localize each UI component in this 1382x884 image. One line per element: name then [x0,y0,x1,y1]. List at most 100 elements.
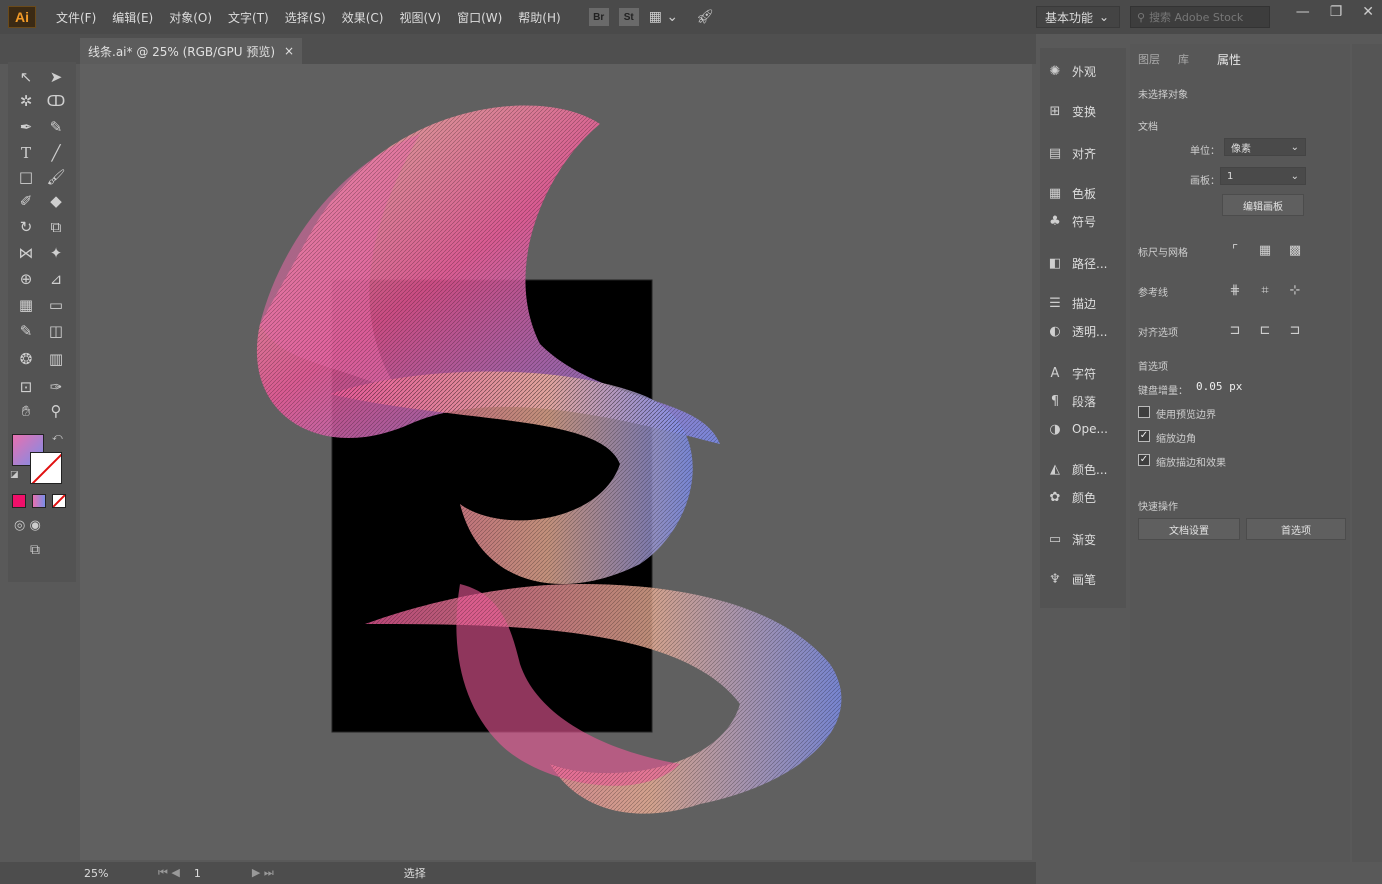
artboard-tool-icon[interactable]: ⊡ [14,376,38,398]
width-tool-icon[interactable]: ⋈ [14,242,38,264]
column-graph-tool-icon[interactable]: ▥ [44,348,68,370]
dock-transparency[interactable]: ◐ 透明... [1046,320,1124,342]
paintbrush-tool-icon[interactable]: 🖌︎ [44,166,68,188]
close-tab-icon[interactable]: × [284,44,294,58]
arrange-documents-icon[interactable]: ▦ ⌄ [649,9,678,25]
menu-view[interactable]: 视图(V) [391,9,449,26]
edit-artboards-button[interactable]: 编辑画板 [1222,194,1304,216]
menu-window[interactable]: 窗口(W) [449,9,510,26]
artboard-number-input[interactable]: 1 [194,867,240,880]
direct-selection-tool-icon[interactable]: ➤ [44,66,68,88]
zoom-dropdown[interactable]: 25% [84,867,146,880]
dock-stroke[interactable]: ☰ 描边 [1046,292,1124,314]
slice-tool-icon[interactable]: ✑ [44,376,68,398]
zoom-tool-icon[interactable]: ⚲ [44,400,68,422]
dock-paragraph[interactable]: ¶ 段落 [1046,390,1124,412]
document-tab[interactable]: 线条.ai* @ 25% (RGB/GPU 预览) × [80,38,302,64]
artboard-nav-next-icon[interactable]: ▶ ⏭ [252,866,274,880]
tab-libraries[interactable]: 库 [1178,51,1189,67]
ribbon-artwork[interactable] [80,64,1032,860]
snap-to-glyph-icon[interactable]: ⊐ [1284,320,1306,340]
none-mode-swatch[interactable] [52,494,66,508]
line-tool-icon[interactable]: ╱ [44,142,68,164]
scale-strokes-checkbox[interactable]: ✓ [1138,454,1150,466]
menu-file[interactable]: 文件(F) [48,9,104,26]
perspective-grid-tool-icon[interactable]: ⊿ [44,268,68,290]
dock-pathfinder[interactable]: ◧ 路径... [1046,252,1124,274]
document-setup-button[interactable]: 文档设置 [1138,518,1240,540]
dock-color-guide[interactable]: ◭ 颜色... [1046,458,1124,480]
blend-tool-icon[interactable]: ◫ [44,320,68,342]
stock-search-input[interactable]: ⚲ 搜索 Adobe Stock [1130,6,1270,28]
eyedropper-tool-icon[interactable]: ✎ [14,320,38,342]
menu-edit[interactable]: 编辑(E) [104,9,161,26]
tab-layers[interactable]: 图层 [1138,51,1160,67]
dock-brushes[interactable]: ♆ 画笔 [1046,568,1124,590]
magic-wand-tool-icon[interactable]: ✲ [14,90,38,112]
menu-object[interactable]: 对象(O) [161,9,220,26]
snap-to-point-icon[interactable]: ⊐ [1224,320,1246,340]
tab-properties[interactable]: 属性 [1217,51,1241,68]
rotate-tool-icon[interactable]: ↻ [14,216,38,238]
close-icon[interactable]: ✕ [1362,4,1374,20]
transparency-grid-icon[interactable]: ▩ [1284,240,1306,260]
ruler-icon[interactable]: ⌜ [1224,240,1246,260]
snap-to-pixel-icon[interactable]: ⊏ [1254,320,1276,340]
mesh-tool-icon[interactable]: ▦ [14,294,38,316]
stroke-color-swatch[interactable] [30,452,62,484]
dock-opentype[interactable]: ◑ Ope... [1046,418,1124,440]
selection-tool-icon[interactable]: ↖ [14,66,38,88]
pen-tool-icon[interactable]: ✒ [14,116,38,138]
dock-gradient[interactable]: ▭ 渐变 [1046,528,1124,550]
lasso-tool-icon[interactable]: ↀ [44,90,68,112]
artboard-dropdown[interactable]: 1 ⌄ [1220,167,1306,185]
swap-fill-stroke-icon[interactable]: ⤺ [52,432,63,443]
dock-character[interactable]: A 字符 [1046,362,1124,384]
units-dropdown[interactable]: 像素 ⌄ [1224,138,1306,156]
menu-type[interactable]: 文字(T) [220,9,277,26]
use-preview-bounds-checkbox[interactable] [1138,406,1150,418]
type-tool-icon[interactable]: T [14,142,38,164]
menu-help[interactable]: 帮助(H) [510,9,568,26]
hand-tool-icon[interactable]: ✋︎ [14,400,38,422]
grid-icon[interactable]: ▦ [1254,240,1276,260]
smart-guides-icon[interactable]: ⊹ [1284,280,1306,300]
dock-symbols[interactable]: ♣ 符号 [1046,210,1124,232]
puppet-warp-tool-icon[interactable]: ✦ [44,242,68,264]
eraser-tool-icon[interactable]: ◆ [44,190,68,212]
gradient-tool-icon[interactable]: ▭ [44,294,68,316]
stock-icon[interactable]: St [618,8,639,26]
screen-mode-icon[interactable]: ⧉ [30,542,40,558]
scale-corners-checkbox[interactable]: ✓ [1138,430,1150,442]
preferences-button[interactable]: 首选项 [1246,518,1346,540]
menu-effect[interactable]: 效果(C) [334,9,392,26]
artboard-nav-prev-icon[interactable]: ⏮ ◀ [158,866,180,880]
panel-scrollbar[interactable] [1352,44,1382,862]
curvature-tool-icon[interactable]: ✎ [44,116,68,138]
dock-transform[interactable]: ⊞ 变换 [1046,100,1124,122]
menu-select[interactable]: 选择(S) [277,9,334,26]
bridge-icon[interactable]: Br [588,8,609,26]
default-colors-icon[interactable]: ◪ [10,470,19,480]
guides-icon[interactable]: ⋕ [1224,280,1246,300]
keyboard-increment-input[interactable]: 0.05 px [1192,378,1262,396]
dock-swatches[interactable]: ▦ 色板 [1046,182,1124,204]
color-mode-swatch[interactable] [12,494,26,508]
lock-guides-icon[interactable]: ⌗ [1254,280,1276,300]
scale-tool-icon[interactable]: ⧉ [44,216,68,238]
shape-builder-tool-icon[interactable]: ⊕ [14,268,38,290]
dock-color[interactable]: ✿ 颜色 [1046,486,1124,508]
symbol-sprayer-tool-icon[interactable]: ❂ [14,348,38,370]
color-icon: ✿ [1049,489,1061,505]
rectangle-tool-icon[interactable]: □ [14,166,38,188]
gpu-performance-icon[interactable]: 🚀︎ [696,9,714,25]
dock-appearance[interactable]: ✺ 外观 [1046,60,1124,82]
dock-align[interactable]: ▤ 对齐 [1046,142,1124,164]
workspace-switcher[interactable]: 基本功能 ⌄ [1036,6,1120,28]
shaper-tool-icon[interactable]: ✐ [14,190,38,212]
draw-mode-icon[interactable]: ◎ ◉ [14,518,41,533]
canvas-area[interactable] [80,64,1032,860]
maximize-icon[interactable]: ❐ [1330,4,1343,20]
minimize-icon[interactable]: — [1296,4,1310,20]
gradient-mode-swatch[interactable] [32,494,46,508]
